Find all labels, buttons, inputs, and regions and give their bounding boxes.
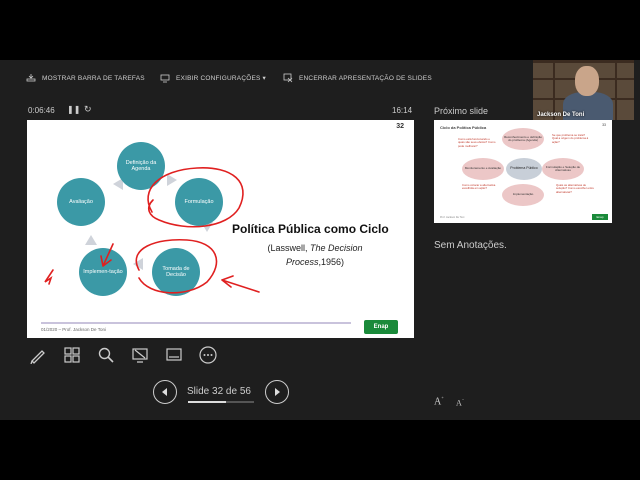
pointer-button[interactable] <box>130 345 150 365</box>
next-slide-number: 33 <box>602 123 606 127</box>
footer-line <box>41 322 351 324</box>
previous-slide-button[interactable] <box>153 380 177 404</box>
next-slide-label: Próximo slide <box>434 106 489 116</box>
end-slideshow-icon <box>283 73 293 83</box>
arrow-right-icon <box>275 388 280 396</box>
presenter-tools <box>28 345 218 365</box>
next-node-evaluation: Monitoramento e Avaliação <box>462 158 504 180</box>
show-taskbar-label: MOSTRAR BARRA DE TAREFAS <box>42 74 145 82</box>
next-enap-logo: Enap <box>592 214 608 220</box>
next-slide-thumbnail[interactable]: Ciclo da Política Pública 33 Reconhecime… <box>434 120 612 223</box>
end-slideshow-button[interactable]: ENCERRAR APRESENTAÇÃO DE SLIDES <box>283 68 432 88</box>
next-node-implementation: Implementação <box>502 184 544 206</box>
slide-counter[interactable]: Slide 32 de 56 <box>187 386 251 397</box>
screen-pointer-icon <box>132 348 148 363</box>
next-slide-footer: Prof. Jackson De Toni <box>440 216 465 219</box>
end-slideshow-label: ENCERRAR APRESENTAÇÃO DE SLIDES <box>299 74 432 82</box>
next-node-agenda: Reconhecimento e definição do problema (… <box>502 128 544 150</box>
current-slide[interactable]: 32 Definição da Agenda Formulação Tomada… <box>27 120 414 338</box>
next-question-1: Como está funcionando e quais são seus e… <box>458 137 496 148</box>
zoom-button[interactable] <box>96 345 116 365</box>
magnifier-icon <box>98 347 114 363</box>
slide-footer: 01/2020 – Prof. Jackson De Toni <box>41 327 106 332</box>
arrow-left-icon <box>162 388 167 396</box>
taskbar-icon <box>26 74 36 82</box>
display-settings-button[interactable]: EXIBIR CONFIGURAÇÕES ▾ <box>160 68 266 88</box>
next-center: Problema Público <box>506 158 542 180</box>
notes-text: Sem Anotações. <box>434 240 507 251</box>
more-icon <box>199 346 217 364</box>
pause-timer-button[interactable]: ❚❚ <box>67 105 80 114</box>
webcam-name: Jackson De Toni <box>537 112 585 118</box>
pen-icon <box>30 350 45 364</box>
subtitles-button[interactable] <box>164 345 184 365</box>
next-node-formulation: Formulação e Seleção de Alternativas <box>542 158 584 180</box>
webcam-video: Jackson De Toni <box>533 60 634 120</box>
see-all-slides-button[interactable] <box>62 345 82 365</box>
ink-annotations <box>44 167 260 294</box>
display-settings-label: EXIBIR CONFIGURAÇÕES ▾ <box>176 75 267 82</box>
slide-progress-fill <box>188 401 226 403</box>
reset-timer-button[interactable]: ↻ <box>84 104 92 115</box>
pause-icon: ❚❚ <box>67 105 81 114</box>
restart-icon: ↻ <box>84 104 92 114</box>
next-slide-button[interactable] <box>265 380 289 404</box>
next-slide-title: Ciclo da Política Pública <box>440 125 487 130</box>
next-question-2: Se que problema se trata? Qual a origem … <box>552 133 589 144</box>
presenter-view: MOSTRAR BARRA DE TAREFAS EXIBIR CONFIGUR… <box>0 60 640 420</box>
increase-font-button[interactable]: A⁺ <box>434 396 444 407</box>
more-options-button[interactable] <box>198 345 218 365</box>
display-settings-icon <box>160 74 170 83</box>
next-question-4: Como colocar a alternativa escolhida em … <box>462 183 496 191</box>
pen-tool-button[interactable] <box>28 345 48 365</box>
next-question-3: Quais as alternativas de solução? Como e… <box>556 183 594 194</box>
decrease-font-button[interactable]: A⁻ <box>456 398 464 408</box>
slide-progress <box>188 401 254 403</box>
show-taskbar-button[interactable]: MOSTRAR BARRA DE TAREFAS <box>26 68 145 88</box>
clock: 16:14 <box>392 106 413 115</box>
subtitles-icon <box>166 348 182 361</box>
enap-logo: Enap <box>364 320 398 334</box>
grid-slides-icon <box>64 347 80 363</box>
elapsed-timer: 0:06:46 <box>28 106 55 115</box>
